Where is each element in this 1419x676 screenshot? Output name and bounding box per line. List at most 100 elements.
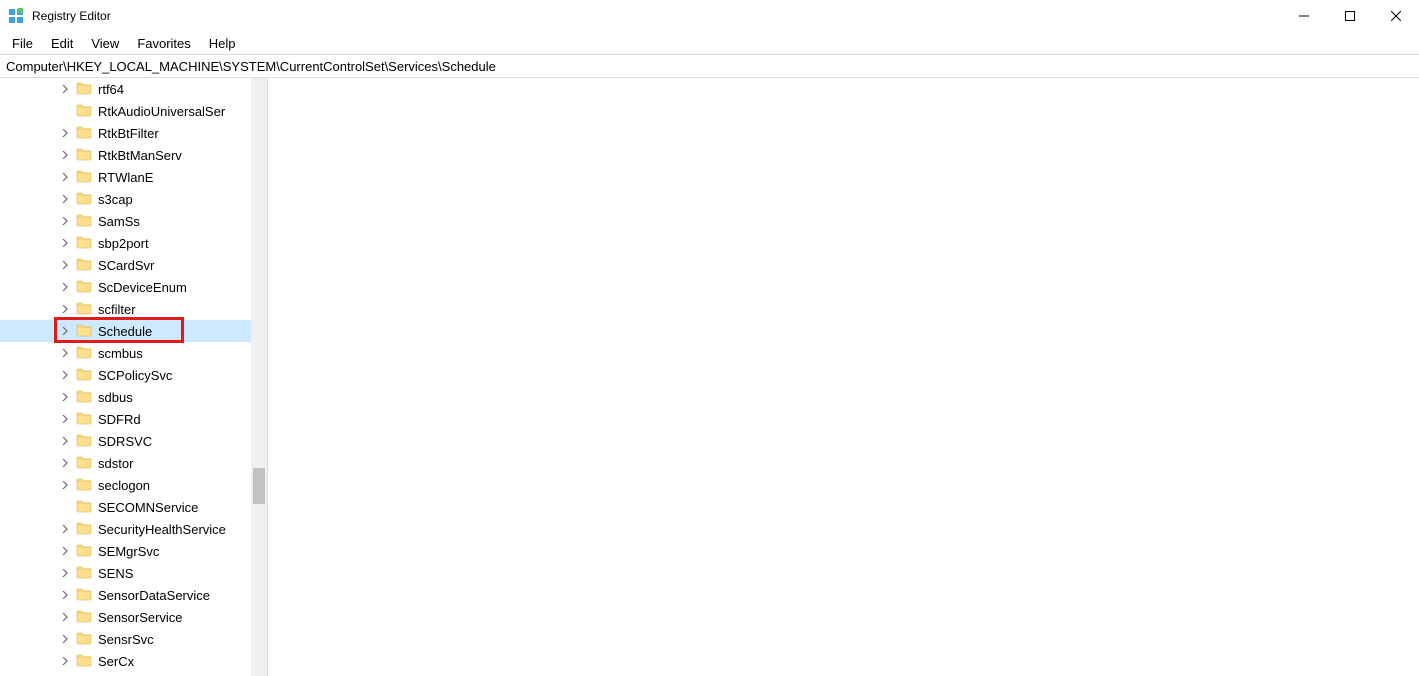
tree-item-sercx[interactable]: SerCx <box>0 650 251 672</box>
menu-favorites[interactable]: Favorites <box>129 34 198 53</box>
folder-icon <box>76 454 92 473</box>
tree-item-label: RTWlanE <box>98 170 153 185</box>
tree-item-label: sbp2port <box>98 236 149 251</box>
tree-item-scdeviceenum[interactable]: ScDeviceEnum <box>0 276 251 298</box>
menu-view[interactable]: View <box>83 34 127 53</box>
tree-item-sensorservice[interactable]: SensorService <box>0 606 251 628</box>
tree-item-sdbus[interactable]: sdbus <box>0 386 251 408</box>
expander-icon[interactable] <box>58 588 72 602</box>
tree-item-label: SensorService <box>98 610 183 625</box>
expander-icon[interactable] <box>58 192 72 206</box>
folder-icon <box>76 300 92 319</box>
expander-icon[interactable] <box>58 654 72 668</box>
tree-item-sbp2port[interactable]: sbp2port <box>0 232 251 254</box>
expander-icon[interactable] <box>58 412 72 426</box>
tree-item-sensordataservice[interactable]: SensorDataService <box>0 584 251 606</box>
expander-icon[interactable] <box>58 258 72 272</box>
expander-icon[interactable] <box>58 544 72 558</box>
tree-item-scmbus[interactable]: scmbus <box>0 342 251 364</box>
menu-edit[interactable]: Edit <box>43 34 81 53</box>
tree-item-sens[interactable]: SENS <box>0 562 251 584</box>
titlebar: Registry Editor <box>0 0 1419 32</box>
menubar: File Edit View Favorites Help <box>0 32 1419 54</box>
tree-item-label: SENS <box>98 566 133 581</box>
tree-item-sensrsvc[interactable]: SensrSvc <box>0 628 251 650</box>
tree-item-scpolicysvc[interactable]: SCPolicySvc <box>0 364 251 386</box>
tree-item-rtf64[interactable]: rtf64 <box>0 78 251 100</box>
tree-item-label: rtf64 <box>98 82 124 97</box>
tree-scrollbar[interactable] <box>251 78 267 676</box>
tree-item-rtwlane[interactable]: RTWlanE <box>0 166 251 188</box>
expander-icon[interactable] <box>58 346 72 360</box>
tree-item-scardsvr[interactable]: SCardSvr <box>0 254 251 276</box>
folder-icon <box>76 564 92 583</box>
expander-icon[interactable] <box>58 456 72 470</box>
expander-icon[interactable] <box>58 324 72 338</box>
expander-icon[interactable] <box>58 280 72 294</box>
tree-item-label: RtkBtManServ <box>98 148 182 163</box>
tree-item-label: SensrSvc <box>98 632 154 647</box>
tree-item-rtkbtmanserv[interactable]: RtkBtManServ <box>0 144 251 166</box>
folder-icon <box>76 630 92 649</box>
folder-icon <box>76 344 92 363</box>
expander-icon[interactable] <box>58 302 72 316</box>
tree-item-securityhealthservice[interactable]: SecurityHealthService <box>0 518 251 540</box>
tree-item-label: SCPolicySvc <box>98 368 172 383</box>
folder-icon <box>76 652 92 671</box>
folder-icon <box>76 388 92 407</box>
tree-item-scfilter[interactable]: scfilter <box>0 298 251 320</box>
expander-icon[interactable] <box>58 566 72 580</box>
tree-scrollbar-thumb[interactable] <box>253 468 265 504</box>
maximize-button[interactable] <box>1327 0 1373 32</box>
folder-icon <box>76 498 92 517</box>
expander-icon[interactable] <box>58 610 72 624</box>
expander-icon[interactable] <box>58 522 72 536</box>
expander-icon[interactable] <box>58 82 72 96</box>
window-title: Registry Editor <box>32 9 111 23</box>
folder-icon <box>76 190 92 209</box>
tree-item-s3cap[interactable]: s3cap <box>0 188 251 210</box>
address-bar[interactable]: Computer\HKEY_LOCAL_MACHINE\SYSTEM\Curre… <box>0 54 1419 78</box>
expander-icon[interactable] <box>58 632 72 646</box>
tree-item-sdstor[interactable]: sdstor <box>0 452 251 474</box>
tree-item-label: s3cap <box>98 192 133 207</box>
tree-item-label: sdbus <box>98 390 133 405</box>
tree-item-seclogon[interactable]: seclogon <box>0 474 251 496</box>
app-icon <box>8 8 24 24</box>
minimize-button[interactable] <box>1281 0 1327 32</box>
tree-item-sdfrd[interactable]: SDFRd <box>0 408 251 430</box>
tree-item-label: SECOMNService <box>98 500 198 515</box>
tree-item-rtkbtfilter[interactable]: RtkBtFilter <box>0 122 251 144</box>
tree-item-label: SDRSVC <box>98 434 152 449</box>
folder-icon <box>76 432 92 451</box>
expander-icon[interactable] <box>58 368 72 382</box>
tree-item-semgrsvc[interactable]: SEMgrSvc <box>0 540 251 562</box>
tree-item-label: Schedule <box>98 324 152 339</box>
tree-item-label: SEMgrSvc <box>98 544 159 559</box>
menu-help[interactable]: Help <box>201 34 244 53</box>
tree-pane: rtf64 RtkAudioUniversalSer RtkBtFilter RtkB… <box>0 78 268 676</box>
expander-icon[interactable] <box>58 148 72 162</box>
tree-item-rtkaudiouniversalser[interactable]: RtkAudioUniversalSer <box>0 100 251 122</box>
tree-item-label: SamSs <box>98 214 140 229</box>
expander-icon[interactable] <box>58 170 72 184</box>
expander-icon[interactable] <box>58 214 72 228</box>
expander-icon[interactable] <box>58 478 72 492</box>
tree-item-label: SCardSvr <box>98 258 154 273</box>
folder-icon <box>76 520 92 539</box>
tree-item-sdrsvc[interactable]: SDRSVC <box>0 430 251 452</box>
folder-icon <box>76 410 92 429</box>
tree-item-samss[interactable]: SamSs <box>0 210 251 232</box>
empty-area <box>268 78 1419 676</box>
tree-item-schedule[interactable]: Schedule <box>0 320 251 342</box>
tree-item-secomnservice[interactable]: SECOMNService <box>0 496 251 518</box>
tree-item-label: RtkBtFilter <box>98 126 159 141</box>
menu-file[interactable]: File <box>4 34 41 53</box>
close-button[interactable] <box>1373 0 1419 32</box>
expander-icon[interactable] <box>58 236 72 250</box>
expander-icon[interactable] <box>58 434 72 448</box>
tree-item-label: seclogon <box>98 478 150 493</box>
expander-icon[interactable] <box>58 126 72 140</box>
expander-icon[interactable] <box>58 390 72 404</box>
folder-icon <box>76 168 92 187</box>
